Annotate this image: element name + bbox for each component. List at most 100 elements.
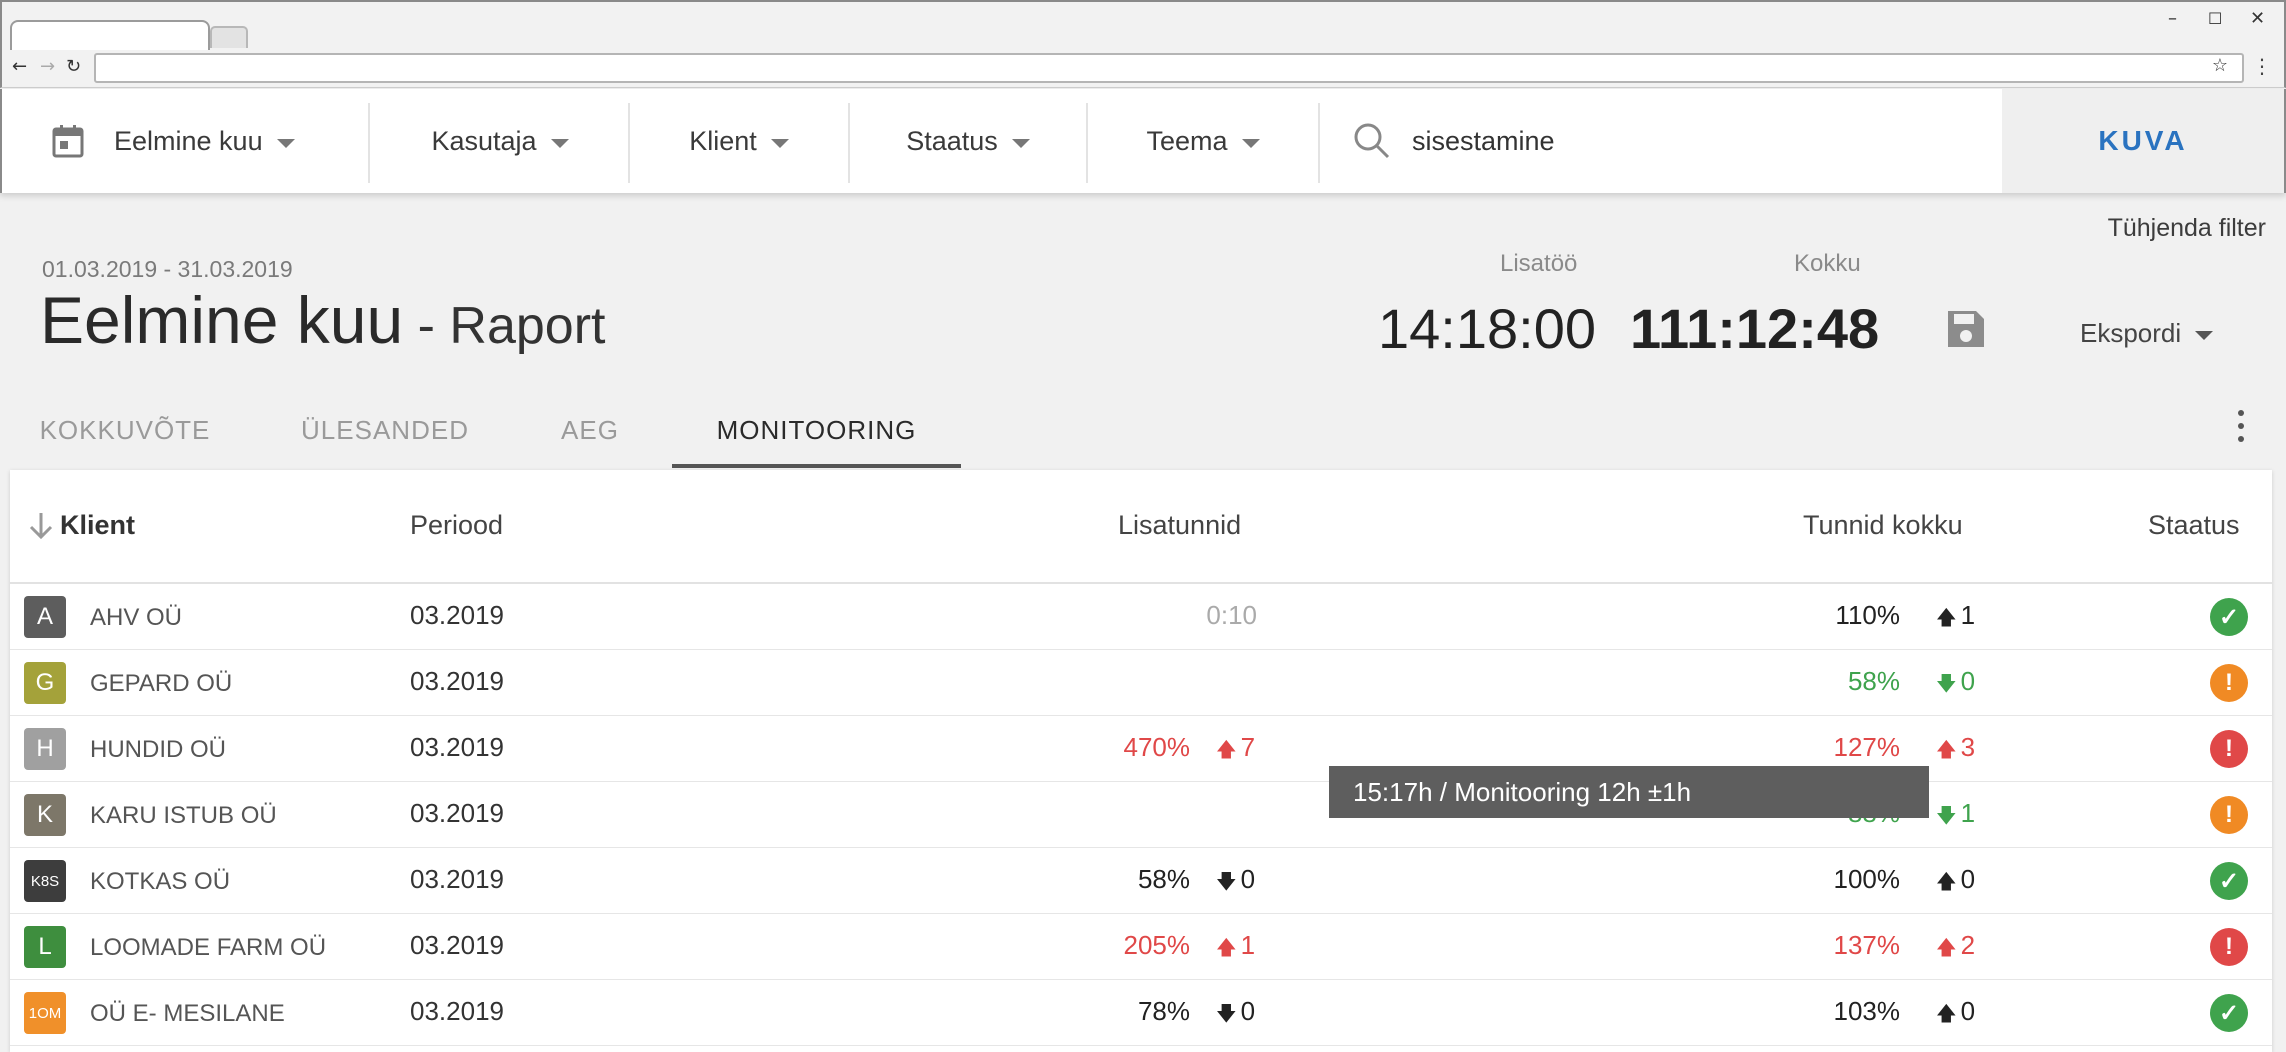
filter-bar: Eelmine kuu Kasutaja Klient Staatus Teem… xyxy=(0,89,2286,193)
divider xyxy=(1318,103,1320,183)
bookmark-star-icon[interactable]: ☆ xyxy=(2212,55,2228,76)
status-ok-icon[interactable]: ✓ xyxy=(2210,994,2248,1032)
status-error-icon[interactable]: ! xyxy=(2210,928,2248,966)
client-name[interactable]: OÜ E- MESILANE xyxy=(90,1000,285,1028)
table-row[interactable]: A AHV OÜ 03.2019 0:10 110% 🡅 1 ✓ xyxy=(10,584,2272,650)
maximize-icon[interactable]: ☐ xyxy=(2208,9,2222,28)
table-row[interactable]: 1OM OÜ E- MESILANE 03.2019 78% 🡇 0 103% 🡅 0 ✓ xyxy=(10,980,2272,1046)
column-header-status[interactable]: Staatus xyxy=(2148,510,2240,541)
monitoring-table: Klient Periood Lisatunnid Tunnid kokku S… xyxy=(10,470,2272,1052)
client-name[interactable]: GEPARD OÜ xyxy=(90,670,232,698)
new-tab-button[interactable] xyxy=(210,26,248,48)
total-trend: 🡅 2 xyxy=(1936,930,1975,967)
total-percent: 110% xyxy=(1835,600,1900,630)
client-name[interactable]: KOTKAS OÜ xyxy=(90,868,230,896)
back-icon[interactable]: ← xyxy=(12,56,27,77)
total-trend-value: 0 xyxy=(1960,666,1976,696)
total-trend-value: 1 xyxy=(1960,600,1976,630)
theme-filter[interactable]: Teema xyxy=(1088,89,1318,193)
total-trend: 🡅 1 xyxy=(1936,600,1975,637)
client-name[interactable]: LOOMADE FARM OÜ xyxy=(90,934,326,962)
clear-filter-link[interactable]: Tühjenda filter xyxy=(2108,214,2266,243)
user-filter[interactable]: Kasutaja xyxy=(372,89,628,193)
overtime-percent: 0:10 xyxy=(1206,600,1257,630)
total-trend: 🡅 0 xyxy=(1936,864,1975,901)
table-row[interactable]: KKARU ISTUB OÜ03.201988%🡇1! xyxy=(10,782,2272,848)
total-trend: 🡇 1 xyxy=(1936,798,1975,835)
client-avatar: H xyxy=(24,728,66,770)
show-button[interactable]: KUVA xyxy=(2002,89,2284,193)
browser-menu-icon[interactable]: ⋮ xyxy=(2252,54,2272,78)
period-filter[interactable]: Eelmine kuu xyxy=(52,89,322,193)
status-warning-icon[interactable]: ! xyxy=(2210,796,2248,834)
client-avatar: L xyxy=(24,926,66,968)
column-header-client[interactable]: Klient xyxy=(28,510,135,541)
arrow-up-icon: 🡅 xyxy=(1216,739,1237,761)
export-dropdown[interactable]: Ekspordi xyxy=(2080,318,2214,349)
status-warning-icon[interactable]: ! xyxy=(2210,664,2248,702)
overtime-trend-value: 7 xyxy=(1240,732,1256,762)
active-tab-indicator xyxy=(672,464,961,468)
status-ok-icon[interactable]: ✓ xyxy=(2210,862,2248,900)
address-bar[interactable]: ☆ xyxy=(94,53,2244,83)
table-row[interactable]: G GEPARD OÜ 03.2019 58% 🡇 0! xyxy=(10,650,2272,716)
close-icon[interactable]: ✕ xyxy=(2250,8,2265,29)
column-header-overtime[interactable]: Lisatunnid xyxy=(1118,510,1241,541)
overtime-percent: 470% xyxy=(1123,732,1191,762)
arrow-down-icon: 🡇 xyxy=(1936,673,1957,695)
status-ok-icon[interactable]: ✓ xyxy=(2210,598,2248,636)
overtime-label: Lisatöö xyxy=(1500,250,1578,277)
client-name[interactable]: AHV OÜ xyxy=(90,604,182,632)
client-filter[interactable]: Klient xyxy=(630,89,848,193)
arrow-down-icon: 🡇 xyxy=(1216,871,1237,893)
overtime-trend: 🡇 0 xyxy=(1216,864,1255,901)
column-header-period[interactable]: Periood xyxy=(410,510,503,541)
client-name[interactable]: KARU ISTUB OÜ xyxy=(90,802,277,830)
total-trend-value: 3 xyxy=(1960,732,1976,762)
search-input[interactable]: sisestamine xyxy=(1412,89,1555,193)
browser-tab[interactable] xyxy=(10,20,210,50)
client-name[interactable]: HUNDID OÜ xyxy=(90,736,226,764)
period-value: 03.2019 xyxy=(410,600,504,630)
total-trend: 🡅 0 xyxy=(1936,996,1975,1033)
chevron-down-icon xyxy=(276,138,295,148)
minimize-icon[interactable]: – xyxy=(2168,8,2177,29)
sort-arrow-down-icon xyxy=(29,512,53,539)
page-title: Eelmine kuu - Raport xyxy=(40,282,606,358)
user-filter-label: Kasutaja xyxy=(431,125,537,156)
column-header-client-label: Klient xyxy=(60,510,136,540)
forward-icon[interactable]: → xyxy=(40,56,55,77)
total-trend: 🡇 0 xyxy=(1936,666,1975,703)
status-filter[interactable]: Staatus xyxy=(850,89,1086,193)
total-trend-value: 1 xyxy=(1960,798,1976,828)
client-avatar: K8S xyxy=(24,860,66,902)
chevron-down-icon xyxy=(2195,331,2214,340)
overtime-trend-value: 0 xyxy=(1240,996,1256,1026)
period-value: 03.2019 xyxy=(410,666,504,696)
client-avatar: K xyxy=(24,794,66,836)
tab-monitoring[interactable]: MONITOORING xyxy=(672,390,961,470)
column-header-total[interactable]: Tunnid kokku xyxy=(1803,510,1963,541)
tab-time[interactable]: AEG xyxy=(540,390,640,470)
overtime-trend-value: 1 xyxy=(1240,930,1256,960)
tab-tasks[interactable]: ÜLESANDED xyxy=(290,390,480,470)
browser-chrome: – ☐ ✕ ← → ↻ ☆ ⋮ xyxy=(0,0,2286,88)
arrow-up-icon: 🡅 xyxy=(1936,1003,1957,1025)
arrow-up-icon: 🡅 xyxy=(1936,937,1957,959)
period-value: 03.2019 xyxy=(410,732,504,762)
overtime-percent: 205% xyxy=(1123,930,1191,960)
theme-filter-label: Teema xyxy=(1146,125,1228,156)
table-row[interactable]: L LOOMADE FARM OÜ 03.2019 205% 🡅 1 137% 🡅 2! xyxy=(10,914,2272,980)
overtime-trend: 🡇 0 xyxy=(1216,996,1255,1033)
total-trend-value: 0 xyxy=(1960,864,1976,894)
reload-icon[interactable]: ↻ xyxy=(66,56,81,77)
status-error-icon[interactable]: ! xyxy=(2210,730,2248,768)
period-filter-label: Eelmine kuu xyxy=(114,125,263,156)
total-trend: 🡅 3 xyxy=(1936,732,1975,769)
tab-summary[interactable]: KOKKUVÕTE xyxy=(30,390,220,470)
more-options-icon[interactable] xyxy=(2238,410,2246,449)
export-label: Ekspordi xyxy=(2080,318,2182,348)
save-icon[interactable] xyxy=(1946,309,1986,349)
table-row[interactable]: K8S KOTKAS OÜ 03.2019 58% 🡇 0 100% 🡅 0 ✓ xyxy=(10,848,2272,914)
table-row[interactable]: H HUNDID OÜ 03.2019 470% 🡅 7 127% 🡅 3! xyxy=(10,716,2272,782)
